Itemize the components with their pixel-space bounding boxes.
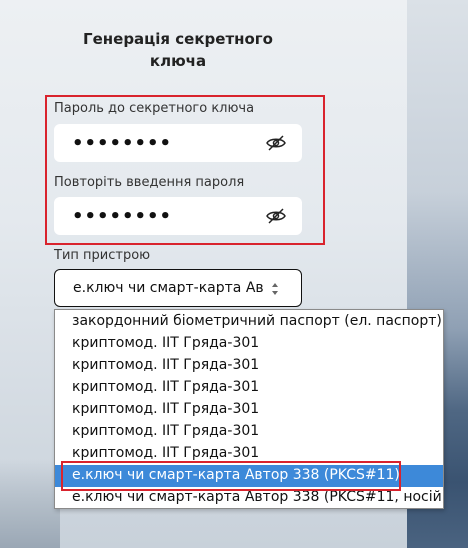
dropdown-option[interactable]: криптомод. ІІТ Гряда-301 bbox=[55, 333, 443, 355]
password-value: •••••••• bbox=[72, 133, 173, 154]
up-down-chevron-icon bbox=[272, 283, 278, 295]
device-type-value: е.ключ чи смарт-карта Автор 338 (PKCS#11… bbox=[73, 280, 263, 296]
dropdown-option[interactable]: криптомод. ІІТ Гряда-301 bbox=[55, 399, 443, 421]
device-type-select[interactable]: е.ключ чи смарт-карта Автор 338 (PKCS#11… bbox=[54, 269, 302, 307]
repeat-password-field[interactable]: •••••••• bbox=[54, 197, 302, 235]
repeat-password-label: Повторіть введення пароля bbox=[54, 175, 245, 190]
password-label: Пароль до секретного ключа bbox=[54, 101, 255, 116]
device-type-label: Тип пристрою bbox=[54, 248, 151, 263]
page-title: Генерація секретного ключа bbox=[83, 30, 273, 70]
dropdown-option[interactable]: криптомод. ІІТ Гряда-301 bbox=[55, 421, 443, 443]
option-highlight-box bbox=[61, 461, 401, 491]
password-field[interactable]: •••••••• bbox=[54, 124, 302, 162]
repeat-password-value: •••••••• bbox=[72, 206, 173, 227]
background-shade bbox=[0, 460, 60, 548]
dropdown-option[interactable]: закордонний біометричний паспорт (ел. па… bbox=[55, 311, 443, 333]
dropdown-option[interactable]: криптомод. ІІТ Гряда-301 bbox=[55, 377, 443, 399]
eye-slash-icon[interactable] bbox=[266, 207, 286, 225]
dropdown-option[interactable]: криптомод. ІІТ Гряда-301 bbox=[55, 355, 443, 377]
eye-slash-icon[interactable] bbox=[266, 134, 286, 152]
